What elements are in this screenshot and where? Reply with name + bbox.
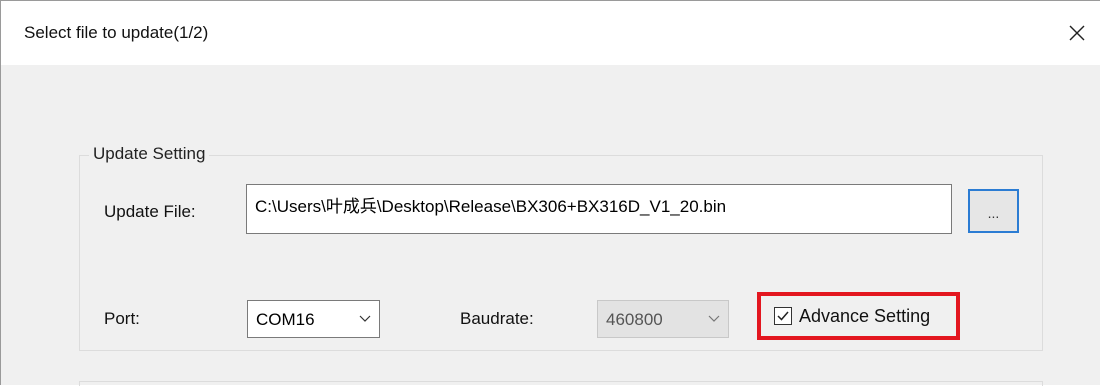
advance-setting-checkbox[interactable] — [774, 307, 792, 325]
browse-button-label: ... — [987, 205, 1000, 221]
advance-setting-label[interactable]: Advance Setting — [799, 306, 930, 327]
chevron-down-icon — [708, 315, 720, 322]
window-title: Select file to update(1/2) — [24, 23, 209, 42]
port-label: Port: — [104, 309, 140, 328]
close-icon — [1069, 25, 1085, 41]
baudrate-select[interactable]: 460800 — [597, 300, 729, 338]
update-file-label: Update File: — [104, 202, 196, 221]
next-group-border — [79, 381, 1043, 386]
baudrate-label: Baudrate: — [460, 309, 534, 328]
port-value: COM16 — [256, 310, 315, 329]
group-title: Update Setting — [89, 144, 210, 164]
title-bar: Select file to update(1/2) — [1, 1, 1100, 65]
update-file-input[interactable]: C:\Users\叶成兵\Desktop\Release\BX306+BX316… — [246, 184, 952, 234]
checkmark-icon — [777, 311, 789, 321]
port-select[interactable]: COM16 — [247, 300, 380, 338]
close-button[interactable] — [1059, 15, 1095, 51]
chevron-down-icon — [359, 315, 371, 322]
baudrate-value: 460800 — [606, 310, 663, 329]
browse-button[interactable]: ... — [968, 189, 1019, 233]
update-dialog: Select file to update(1/2) Update Settin… — [0, 0, 1100, 386]
